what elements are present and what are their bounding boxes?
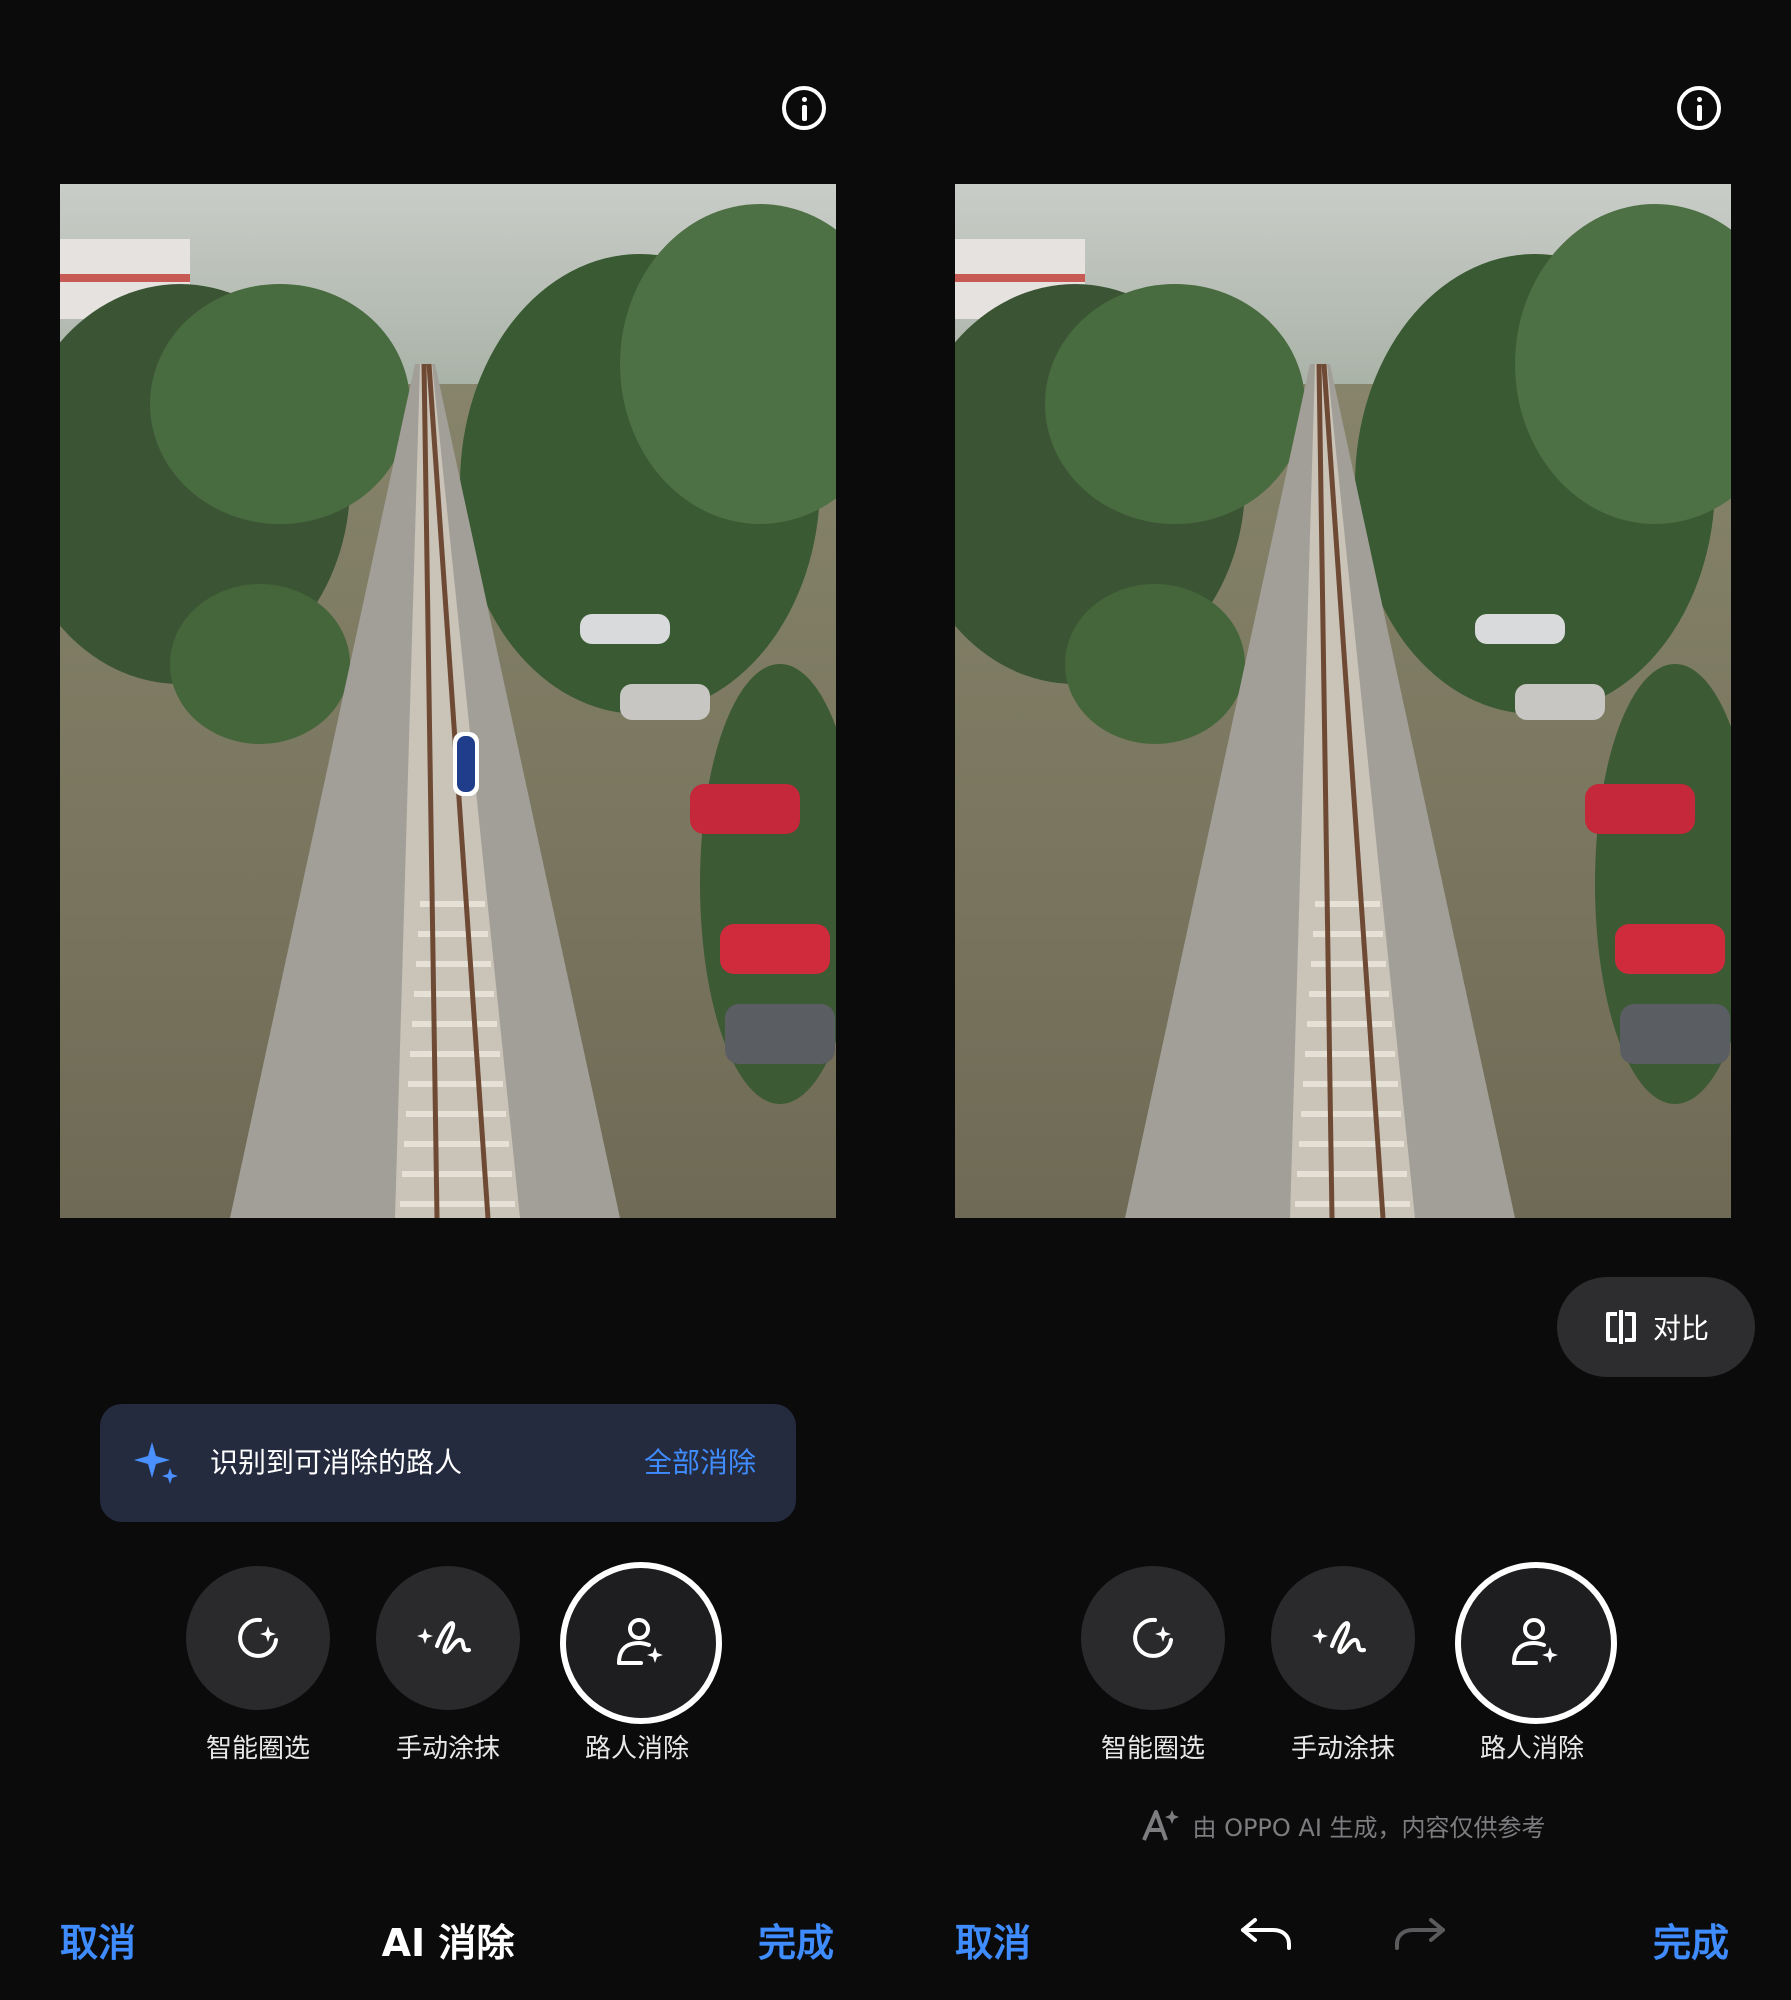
editor-screen-before: 识别到可消除的路人 全部消除 智能圈选 手动涂抹 路人消除 取消 AI 消除 完… xyxy=(0,0,896,2000)
banner-message: 识别到可消除的路人 xyxy=(210,1446,463,1479)
smart-select-button[interactable] xyxy=(186,1566,330,1710)
info-icon[interactable] xyxy=(1677,86,1721,130)
manual-brush-button[interactable] xyxy=(1271,1566,1415,1710)
smart-select-icon xyxy=(238,1617,278,1658)
compare-icon xyxy=(1605,1310,1636,1344)
cancel-button[interactable]: 取消 xyxy=(955,1912,1031,1967)
railway-photo xyxy=(60,184,836,1218)
manual-brush-icon xyxy=(1312,1621,1366,1655)
disclaimer-text: 由 OPPO AI 生成，内容仅供参考 xyxy=(1192,1813,1546,1842)
ai-sparkle-icon xyxy=(134,1442,178,1484)
tool-label-smart-select: 智能圈选 xyxy=(205,1734,310,1764)
tool-label-passerby-remove: 路人消除 xyxy=(1479,1734,1584,1764)
photo-canvas[interactable] xyxy=(955,184,1731,1218)
compare-label: 对比 xyxy=(1652,1312,1709,1345)
ai-generated-icon xyxy=(1142,1810,1180,1841)
redo-icon[interactable] xyxy=(1391,1914,1447,1954)
editor-screen-after: 对比 智能圈选 手动涂抹 路人消除 由 OPPO AI 生成，内容仅供参考 取消… xyxy=(895,0,1791,2000)
info-icon[interactable] xyxy=(782,86,826,130)
tool-label-smart-select: 智能圈选 xyxy=(1100,1734,1205,1764)
passerby-remove-button[interactable] xyxy=(560,1562,722,1724)
tool-label-manual-brush: 手动涂抹 xyxy=(395,1734,500,1764)
smart-select-button[interactable] xyxy=(1081,1566,1225,1710)
railway-photo-edited xyxy=(955,184,1731,1218)
smart-select-icon xyxy=(1133,1617,1173,1658)
detected-passerby[interactable] xyxy=(453,732,479,796)
done-button[interactable]: 完成 xyxy=(758,1912,834,1967)
tool-label-manual-brush: 手动涂抹 xyxy=(1290,1734,1395,1764)
undo-icon[interactable] xyxy=(1239,1914,1295,1954)
tool-label-passerby-remove: 路人消除 xyxy=(584,1734,689,1764)
passerby-remove-button[interactable] xyxy=(1455,1562,1617,1724)
compare-button[interactable]: 对比 xyxy=(1557,1277,1755,1377)
ai-disclaimer: 由 OPPO AI 生成，内容仅供参考 xyxy=(895,1806,1791,1844)
manual-brush-button[interactable] xyxy=(376,1566,520,1710)
remove-all-button[interactable]: 全部消除 xyxy=(644,1404,756,1522)
photo-canvas[interactable] xyxy=(60,184,836,1218)
passerby-remove-icon xyxy=(1512,1618,1558,1665)
manual-brush-icon xyxy=(417,1621,471,1655)
done-button[interactable]: 完成 xyxy=(1653,1912,1729,1967)
passerby-remove-icon xyxy=(617,1618,663,1665)
passerby-detected-banner: 识别到可消除的路人 全部消除 xyxy=(100,1404,796,1522)
